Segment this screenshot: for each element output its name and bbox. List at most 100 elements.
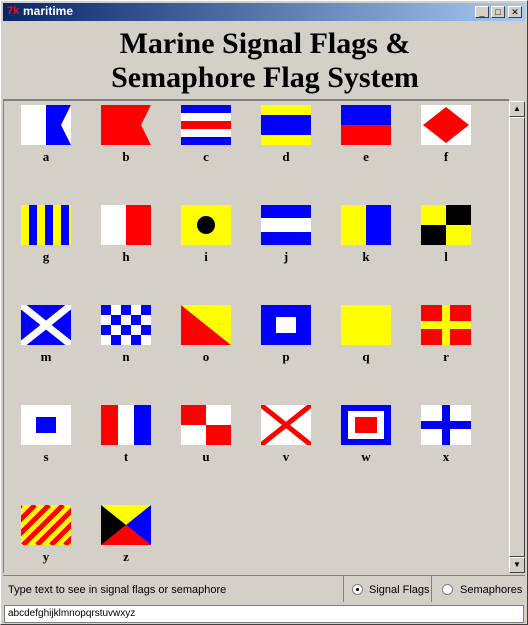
flag-cell-o: o xyxy=(176,305,236,365)
close-button[interactable]: ✕ xyxy=(508,6,522,18)
radio-signal-flags-indicator[interactable] xyxy=(352,584,363,595)
title-line-1: Marine Signal Flags & xyxy=(119,27,411,60)
signal-flag-j-icon xyxy=(261,205,311,245)
flag-cell-y: y xyxy=(16,505,76,565)
flag-cell-i: i xyxy=(176,205,236,265)
flag-label-e: e xyxy=(363,149,369,164)
flag-label-g: g xyxy=(42,249,50,264)
flag-label-b: b xyxy=(122,149,130,164)
flag-label-v: v xyxy=(282,449,290,464)
signal-flag-y-icon xyxy=(21,505,71,545)
signal-flag-w-icon xyxy=(341,405,391,445)
title-line-2: Semaphore Flag System xyxy=(111,61,419,94)
signal-flag-z-icon xyxy=(101,505,151,545)
signal-flag-h-icon xyxy=(101,205,151,245)
signal-flag-f-icon xyxy=(421,105,471,145)
signal-flag-d-icon xyxy=(261,105,311,145)
signal-flag-g-icon xyxy=(21,205,71,245)
signal-flag-n-icon xyxy=(101,305,151,345)
signal-flag-u-icon xyxy=(181,405,231,445)
flag-label-q: q xyxy=(362,349,370,364)
flag-label-s: s xyxy=(43,449,49,464)
radio-semaphores-label[interactable]: Semaphores xyxy=(460,584,522,596)
flag-cell-c: c xyxy=(176,105,236,165)
flag-label-h: h xyxy=(122,249,130,264)
main-window: 7k maritime _ □ ✕ Marine Signal Flags & … xyxy=(0,0,528,625)
flag-label-i: i xyxy=(204,249,208,264)
tk-icon: 7k xyxy=(7,5,20,17)
flag-cell-p: p xyxy=(256,305,316,365)
window-title: maritime xyxy=(23,4,74,18)
signal-flag-a-icon xyxy=(21,105,71,145)
flag-label-f: f xyxy=(443,149,449,164)
radio-semaphores[interactable]: Semaphores xyxy=(431,576,525,602)
flag-cell-t: t xyxy=(96,405,156,465)
flag-label-z: z xyxy=(123,549,129,564)
signal-flag-m-icon xyxy=(21,305,71,345)
flag-cell-q: q xyxy=(336,305,396,365)
signal-flag-o-icon xyxy=(181,305,231,345)
signal-flag-q-icon xyxy=(341,305,391,345)
signal-flag-x-icon xyxy=(421,405,471,445)
flag-cell-f: f xyxy=(416,105,476,165)
flag-label-l: l xyxy=(444,249,448,264)
flag-label-n: n xyxy=(122,349,130,364)
flag-cell-l: l xyxy=(416,205,476,265)
signal-flag-t-icon xyxy=(101,405,151,445)
signal-flag-v-icon xyxy=(261,405,311,445)
signal-flag-b-icon xyxy=(101,105,151,145)
flag-label-p: p xyxy=(282,349,290,364)
flag-cell-n: n xyxy=(96,305,156,365)
flag-cell-k: k xyxy=(336,205,396,265)
minimize-button[interactable]: _ xyxy=(475,6,489,18)
flag-cell-u: u xyxy=(176,405,236,465)
signal-flag-c-icon xyxy=(181,105,231,145)
flag-label-x: x xyxy=(442,449,450,464)
flag-label-w: w xyxy=(361,449,371,464)
radio-signal-flags[interactable]: Signal Flags xyxy=(343,576,431,602)
signal-flag-s-icon xyxy=(21,405,71,445)
signal-flag-i-icon xyxy=(181,205,231,245)
flag-cell-h: h xyxy=(96,205,156,265)
flag-label-o: o xyxy=(202,349,210,364)
flag-label-c: c xyxy=(203,149,209,164)
flag-label-j: j xyxy=(283,249,289,264)
signal-flag-k-icon xyxy=(341,205,391,245)
flag-label-u: u xyxy=(202,449,210,464)
vertical-scrollbar[interactable]: ▲ ▼ xyxy=(509,101,525,573)
radio-semaphores-indicator[interactable] xyxy=(442,584,453,595)
flag-cell-j: j xyxy=(256,205,316,265)
flag-cell-z: z xyxy=(96,505,156,565)
signal-flag-l-icon xyxy=(421,205,471,245)
text-input[interactable]: abcdefghijklmnopqrstuvwxyz xyxy=(4,605,524,623)
flags-canvas: a b c d e f g h i j k l m n o p q r s t u v w x y z xyxy=(3,99,509,573)
flag-cell-g: g xyxy=(16,205,76,265)
flag-cell-v: v xyxy=(256,405,316,465)
flag-label-y: y xyxy=(42,549,50,564)
flag-label-r: r xyxy=(443,349,449,364)
flag-cell-a: a xyxy=(16,105,76,165)
flag-label-a: a xyxy=(42,149,50,164)
flag-cell-r: r xyxy=(416,305,476,365)
flag-cell-s: s xyxy=(16,405,76,465)
flag-cell-e: e xyxy=(336,105,396,165)
radio-signal-flags-label[interactable]: Signal Flags xyxy=(369,584,430,596)
flag-cell-w: w xyxy=(336,405,396,465)
flag-label-t: t xyxy=(123,449,129,464)
signal-flag-e-icon xyxy=(341,105,391,145)
page-title: Marine Signal Flags & Semaphore Flag Sys… xyxy=(1,27,528,95)
flag-label-d: d xyxy=(282,149,290,164)
signal-flag-p-icon xyxy=(261,305,311,345)
maximize-button[interactable]: □ xyxy=(491,6,505,18)
control-bar: Type text to see in signal flags or sema… xyxy=(3,575,525,603)
flag-cell-d: d xyxy=(256,105,316,165)
scroll-thumb[interactable] xyxy=(509,117,525,557)
flag-label-k: k xyxy=(362,249,370,264)
signal-flag-r-icon xyxy=(421,305,471,345)
scroll-down-button[interactable]: ▼ xyxy=(509,557,525,573)
scroll-up-button[interactable]: ▲ xyxy=(509,101,525,117)
hint-text: Type text to see in signal flags or sema… xyxy=(8,584,227,596)
title-bar[interactable]: 7k maritime _ □ ✕ xyxy=(3,3,525,21)
flag-cell-m: m xyxy=(16,305,76,365)
flag-label-m: m xyxy=(40,349,52,364)
